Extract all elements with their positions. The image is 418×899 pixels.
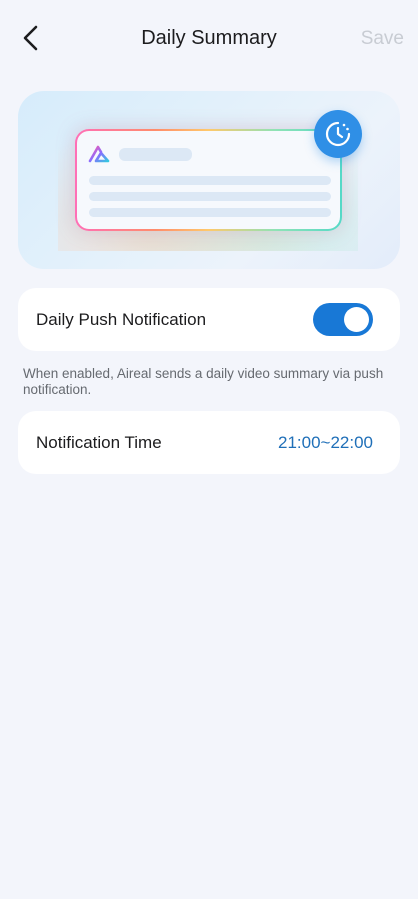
daily-push-label: Daily Push Notification: [36, 310, 207, 329]
placeholder-line: [89, 176, 331, 185]
toggle-knob: [344, 307, 369, 332]
daily-push-setting: Daily Push Notification: [18, 288, 400, 351]
notification-time-label: Notification Time: [36, 433, 162, 452]
save-button[interactable]: Save: [361, 28, 404, 50]
notification-preview-body: [77, 131, 340, 229]
notification-time-setting[interactable]: Notification Time 21:00~22:00: [18, 411, 400, 474]
aireal-logo-icon: [88, 145, 110, 163]
page-title: Daily Summary: [141, 27, 277, 49]
clock-badge: [314, 110, 362, 158]
daily-push-toggle[interactable]: [313, 303, 373, 336]
header: Daily Summary Save: [0, 0, 418, 78]
hero-illustration: [18, 91, 400, 269]
placeholder-line: [89, 192, 331, 201]
daily-summary-screen: Daily Summary Save Daily Push Notificati…: [0, 0, 418, 899]
notification-time-value[interactable]: 21:00~22:00: [278, 433, 373, 453]
placeholder-line: [89, 208, 331, 217]
notification-preview-card: [75, 129, 342, 231]
push-hint-text: When enabled, Aireal sends a daily video…: [23, 366, 384, 397]
clock-icon: [325, 121, 351, 147]
placeholder-title: [119, 148, 192, 161]
